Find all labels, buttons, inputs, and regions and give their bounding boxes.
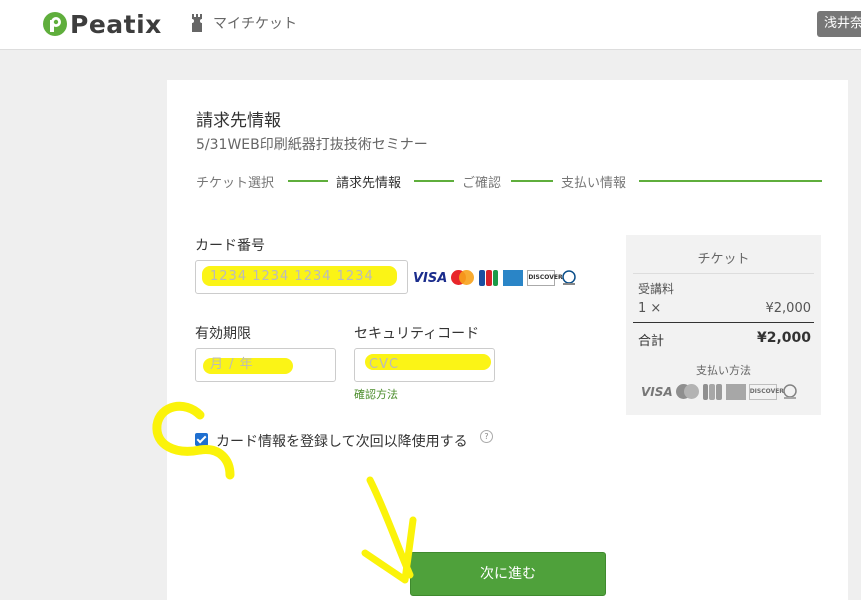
divider (633, 322, 814, 323)
cvc-placeholder: CVC (369, 357, 400, 372)
cvc-help-link[interactable]: 確認方法 (354, 386, 398, 402)
amex-icon (503, 270, 524, 286)
card-brand-logos: VISA DISCOVER (413, 270, 579, 286)
summary-title: チケット (697, 252, 750, 267)
mastercard-icon (451, 270, 475, 286)
summary-total-label: 合計 (638, 334, 665, 349)
card-number-label: カード番号 (195, 238, 265, 254)
jcb-icon (702, 384, 723, 400)
card-number-placeholder: 1234 1234 1234 1234 (210, 269, 374, 284)
amex-icon (725, 384, 746, 400)
jcb-icon (479, 270, 499, 286)
step-billing-info: 請求先情報 (336, 176, 402, 191)
next-button[interactable]: 次に進む (410, 552, 606, 596)
expiry-placeholder: 月 / 年 (210, 357, 254, 372)
mastercard-icon (675, 384, 700, 400)
step-confirm: ご確認 (462, 176, 502, 191)
discover-icon: DISCOVER (527, 270, 563, 286)
save-card-checkbox[interactable] (195, 433, 208, 446)
summary-total-value: ¥2,000 (756, 330, 811, 346)
my-ticket-label: マイチケット (213, 16, 297, 32)
step-payment-info: 支払い情報 (561, 176, 627, 191)
top-header: Peatix マイチケット 浅井奈 (0, 0, 861, 50)
my-ticket-link[interactable]: マイチケット (191, 13, 297, 33)
divider (633, 273, 814, 274)
logo-text: Peatix (70, 9, 162, 39)
expiry-input[interactable]: 月 / 年 (195, 348, 336, 382)
step-connector (511, 180, 553, 182)
checkout-steps: チケット選択 請求先情報 ご確認 支払い情報 (196, 172, 822, 192)
cvc-input[interactable]: CVC (354, 348, 495, 382)
card-number-input[interactable]: 1234 1234 1234 1234 (195, 260, 408, 294)
order-summary: チケット 受講料 1 × ¥2,000 合計 ¥2,000 支払い方法 VISA… (626, 235, 821, 415)
visa-icon: VISA (641, 385, 673, 399)
step-connector (639, 180, 822, 182)
save-card-label[interactable]: カード情報を登録して次回以降使用する (216, 431, 468, 451)
step-ticket-select: チケット選択 (196, 176, 275, 191)
step-connector (288, 180, 328, 182)
billing-card: 請求先情報 5/31WEB印刷紙器打抜技術セミナー チケット選択 請求先情報 ご… (167, 80, 848, 600)
summary-price: ¥2,000 (765, 301, 812, 316)
diners-club-icon (782, 384, 797, 399)
diners-club-icon (562, 270, 577, 285)
peatix-logo-icon (43, 12, 67, 36)
discover-icon: DISCOVER (748, 384, 784, 400)
summary-quantity: 1 × (638, 301, 662, 316)
summary-item-name: 受講料 (638, 282, 675, 296)
cvc-label: セキュリティコード (354, 326, 480, 342)
step-connector (414, 180, 454, 182)
payment-methods-label: 支払い方法 (696, 364, 751, 377)
ticket-icon (192, 14, 202, 32)
peatix-logo[interactable]: Peatix (42, 8, 162, 40)
help-icon[interactable]: ? (480, 430, 493, 443)
payment-method-logos: VISA DISCOVER (641, 384, 800, 400)
visa-icon: VISA (413, 270, 448, 286)
page-title: 請求先情報 (196, 111, 281, 131)
user-menu-button[interactable]: 浅井奈 (817, 11, 861, 37)
expiry-label: 有効期限 (195, 326, 251, 342)
event-title: 5/31WEB印刷紙器打抜技術セミナー (196, 137, 428, 153)
